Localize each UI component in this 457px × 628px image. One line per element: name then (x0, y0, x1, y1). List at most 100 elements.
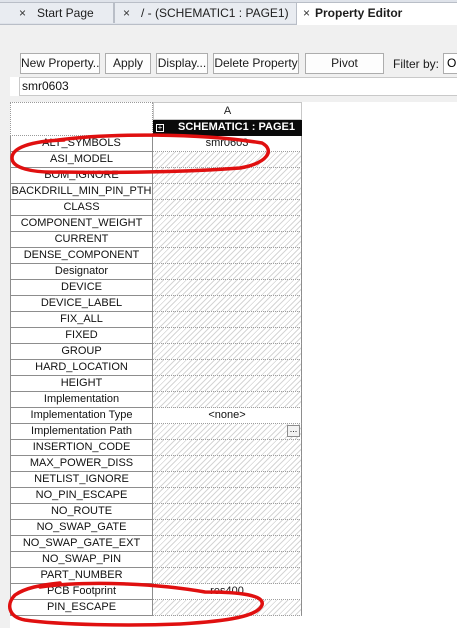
property-name-cell[interactable]: Implementation (10, 392, 153, 408)
property-name-cell[interactable]: Implementation Type (10, 408, 153, 424)
property-name-cell[interactable]: HEIGHT (10, 376, 153, 392)
tab-schematic-page[interactable]: × / - (SCHEMATIC1 : PAGE1) (114, 2, 298, 23)
property-value-cell[interactable] (153, 280, 302, 296)
property-name-cell[interactable]: CLASS (10, 200, 153, 216)
panel-margin (0, 25, 10, 628)
close-icon[interactable]: × (19, 3, 26, 23)
property-value-cell[interactable] (153, 232, 302, 248)
property-name-cell[interactable]: CURRENT (10, 232, 153, 248)
property-name-cell[interactable]: HARD_LOCATION (10, 360, 153, 376)
browse-button[interactable]: ... (287, 425, 300, 437)
property-value-cell[interactable] (153, 264, 302, 280)
property-name-cell[interactable]: INSERTION_CODE (10, 440, 153, 456)
property-value-cell[interactable]: ... (153, 424, 302, 440)
tab-label: / - (SCHEMATIC1 : PAGE1) (141, 6, 289, 20)
property-name-cell[interactable]: FIX_ALL (10, 312, 153, 328)
property-name-cell[interactable]: Implementation Path (10, 424, 153, 440)
property-name-cell[interactable]: NO_ROUTE (10, 504, 153, 520)
property-value-cell[interactable] (153, 248, 302, 264)
property-value-cell[interactable] (153, 392, 302, 408)
table-row: NO_SWAP_GATE_EXT (10, 536, 302, 552)
property-name-cell[interactable]: PART_NUMBER (10, 568, 153, 584)
property-value-cell[interactable] (153, 344, 302, 360)
grid-corner[interactable] (10, 102, 153, 136)
table-row: CLASS (10, 200, 302, 216)
close-icon[interactable]: × (303, 3, 310, 23)
property-name-cell[interactable]: NO_SWAP_GATE (10, 520, 153, 536)
property-value-cell[interactable] (153, 600, 302, 616)
property-value-cell[interactable] (153, 360, 302, 376)
table-row: NO_ROUTE (10, 504, 302, 520)
property-value-cell[interactable]: <none> (153, 408, 302, 424)
display-button[interactable]: Display... (156, 53, 208, 74)
property-name-cell[interactable]: NO_PIN_ESCAPE (10, 488, 153, 504)
property-value-cell[interactable] (153, 456, 302, 472)
property-value-cell[interactable] (153, 168, 302, 184)
property-value-cell[interactable] (153, 328, 302, 344)
property-value-cell[interactable] (153, 536, 302, 552)
table-row: Implementation Path... (10, 424, 302, 440)
property-value-cell[interactable] (153, 152, 302, 168)
property-value-cell[interactable] (153, 312, 302, 328)
table-row: FIX_ALL (10, 312, 302, 328)
property-name-cell[interactable]: BOM_IGNORE (10, 168, 153, 184)
property-value-cell[interactable] (153, 520, 302, 536)
property-value-cell[interactable] (153, 296, 302, 312)
property-value-cell[interactable] (153, 472, 302, 488)
tab-property-editor[interactable]: × Property Editor (296, 2, 457, 25)
filter-dropdown[interactable]: Or (443, 53, 457, 74)
table-row: ASI_MODEL (10, 152, 302, 168)
property-name-cell[interactable]: COMPONENT_WEIGHT (10, 216, 153, 232)
property-name-cell[interactable]: NO_SWAP_PIN (10, 552, 153, 568)
property-value-cell[interactable] (153, 440, 302, 456)
grid-rows: ALT_SYMBOLS smr0603 ASI_MODEL BOM_IGNORE BAC… (10, 136, 302, 616)
property-value-cell[interactable] (153, 184, 302, 200)
property-name-cell[interactable]: BACKDRILL_MIN_PIN_PTH (10, 184, 153, 200)
new-property-button[interactable]: New Property... (20, 53, 100, 74)
property-value-cell[interactable] (153, 376, 302, 392)
property-value-cell[interactable] (153, 504, 302, 520)
value-edit-field[interactable]: smr0603 (19, 77, 457, 96)
filter-label: Filter by: (393, 57, 440, 71)
property-name-cell[interactable]: ASI_MODEL (10, 152, 153, 168)
table-row: INSERTION_CODE (10, 440, 302, 456)
property-name-cell[interactable]: NO_SWAP_GATE_EXT (10, 536, 153, 552)
column-title-header[interactable]: + SCHEMATIC1 : PAGE1 (153, 120, 302, 136)
panel-background (0, 25, 457, 49)
table-row: PCB Footprint res400 (10, 584, 302, 600)
table-row: DEVICE_LABEL (10, 296, 302, 312)
expand-icon[interactable]: + (156, 124, 164, 132)
property-name-cell[interactable]: PIN_ESCAPE (10, 600, 153, 616)
table-row: PART_NUMBER (10, 568, 302, 584)
pivot-button[interactable]: Pivot (305, 53, 384, 74)
property-value-cell[interactable]: res400 (153, 584, 302, 600)
property-name-cell[interactable]: FIXED (10, 328, 153, 344)
apply-button[interactable]: Apply (105, 53, 151, 74)
table-row: HEIGHT (10, 376, 302, 392)
property-value-cell[interactable] (153, 200, 302, 216)
property-name-cell[interactable]: DEVICE_LABEL (10, 296, 153, 312)
table-row: NO_PIN_ESCAPE (10, 488, 302, 504)
property-value-cell[interactable] (153, 216, 302, 232)
property-name-cell[interactable]: GROUP (10, 344, 153, 360)
property-value-cell[interactable] (153, 488, 302, 504)
property-name-cell[interactable]: NETLIST_IGNORE (10, 472, 153, 488)
property-name-cell[interactable]: DENSE_COMPONENT (10, 248, 153, 264)
tab-label: Start Page (37, 6, 94, 20)
table-row: GROUP (10, 344, 302, 360)
property-value-cell[interactable] (153, 552, 302, 568)
delete-property-button[interactable]: Delete Property (213, 53, 299, 74)
property-value-cell[interactable] (153, 568, 302, 584)
table-row: FIXED (10, 328, 302, 344)
property-value-cell[interactable]: smr0603 (153, 136, 302, 152)
tab-start-page[interactable]: × Start Page (0, 2, 114, 23)
property-name-cell[interactable]: DEVICE (10, 280, 153, 296)
close-icon[interactable]: × (123, 3, 130, 23)
table-row: NO_SWAP_PIN (10, 552, 302, 568)
toolbar: New Property... Apply Display... Delete … (0, 49, 457, 77)
property-name-cell[interactable]: ALT_SYMBOLS (10, 136, 153, 152)
property-name-cell[interactable]: MAX_POWER_DISS (10, 456, 153, 472)
property-name-cell[interactable]: Designator (10, 264, 153, 280)
column-letter-header[interactable]: A (153, 102, 302, 120)
property-name-cell[interactable]: PCB Footprint (10, 584, 153, 600)
